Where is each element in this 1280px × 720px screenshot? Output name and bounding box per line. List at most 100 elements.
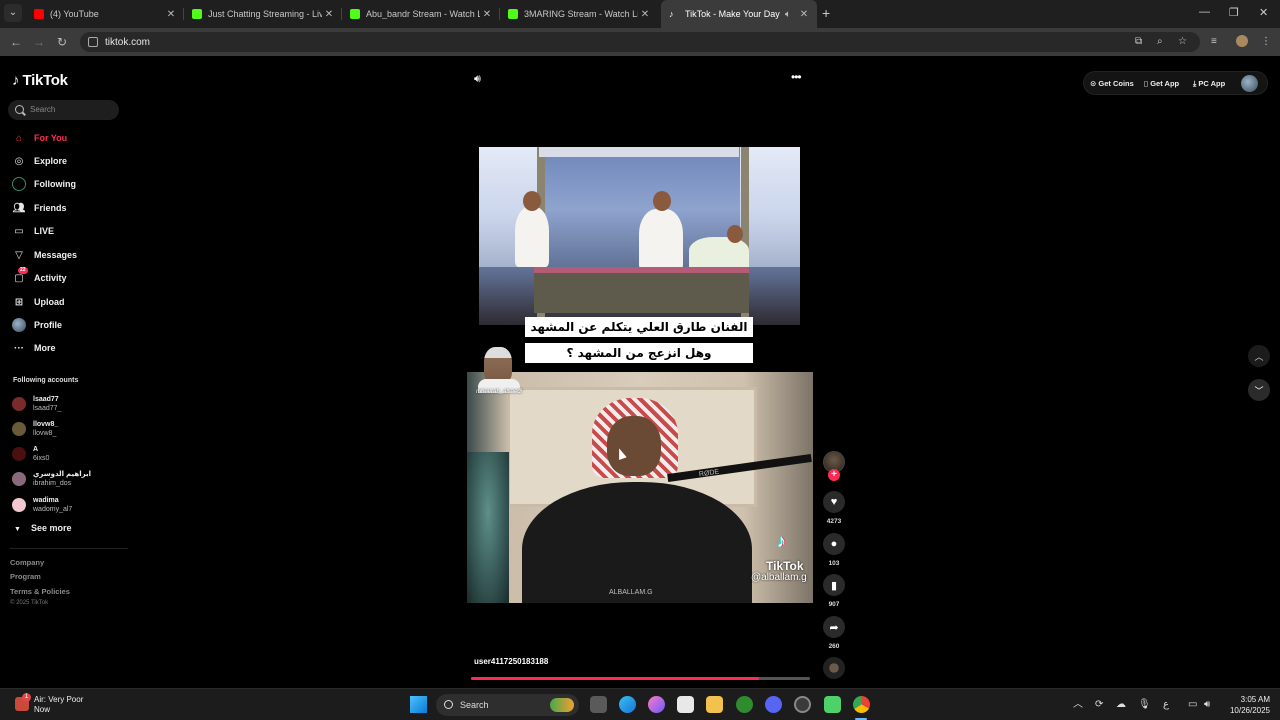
save-button[interactable]: ▮ [823, 574, 845, 596]
sidebar-item-friends[interactable]: 👥︎ Friends [12, 200, 67, 216]
network-icon[interactable]: ▭ [1188, 699, 1197, 711]
close-tab-icon[interactable]: ✕ [164, 9, 178, 20]
edge-icon[interactable] [619, 696, 636, 713]
close-tab-icon[interactable]: ✕ [322, 9, 336, 20]
sidebar-item-upload[interactable]: ⊞ Upload [12, 294, 65, 310]
tab-kick-just-chatting[interactable]: Just Chatting Streaming - Live S ✕ [184, 0, 342, 28]
friends-icon: 👥︎ [12, 202, 26, 214]
video-author-username[interactable]: user4117250183188 [474, 657, 548, 666]
tray-overflow-chevron-icon[interactable]: ︿ [1073, 699, 1083, 711]
weather-widget[interactable]: Air: Very Poor Now [34, 695, 83, 715]
close-tab-icon[interactable]: ✕ [480, 9, 494, 20]
share-button[interactable]: ➦ [823, 616, 845, 638]
following-accounts-title: Following accounts [13, 377, 79, 384]
onedrive-cloud-icon[interactable]: ☁ [1116, 699, 1126, 711]
get-coins-button[interactable]: ⊙ Get Coins [1090, 79, 1134, 88]
close-tab-icon[interactable]: ✕ [638, 9, 652, 20]
xbox-icon[interactable] [736, 696, 753, 713]
sidebar-item-messages[interactable]: ▽ Messages [12, 247, 77, 263]
sidebar-item-more[interactable]: ··· More [12, 340, 56, 356]
address-bar[interactable]: tiktok.com [80, 32, 1200, 52]
install-app-icon[interactable]: ⧉ [1135, 36, 1142, 48]
sync-icon[interactable]: ⟳ [1095, 699, 1103, 711]
avatar [12, 472, 26, 486]
like-count: 4273 [826, 518, 842, 525]
video-frame-top-scene[interactable] [479, 147, 800, 325]
sidebar-item-live[interactable]: ▭ LIVE [12, 223, 54, 239]
widget-fruit-icon[interactable] [550, 698, 574, 712]
system-clock[interactable]: 3:05 AM 10/26/2025 [1222, 694, 1270, 716]
zoom-icon[interactable]: ⌕ [1157, 36, 1163, 48]
sidebar-divider [10, 548, 128, 549]
tab-kick-abu-bandr[interactable]: Abu_bandr Stream - Watch Live ✕ [342, 0, 500, 28]
volume-icon[interactable]: 🔊︎ [474, 73, 481, 86]
next-video-button[interactable]: ﹀ [1248, 379, 1270, 401]
following-account-item[interactable]: wadima wadomy_al7 [12, 496, 72, 514]
pc-app-button[interactable]: ⤓ PC App [1193, 79, 1225, 89]
tab-youtube[interactable]: (4) YouTube ✕ [26, 0, 184, 28]
follow-plus-icon[interactable]: + [828, 469, 840, 481]
back-arrow-icon[interactable]: ← [10, 35, 22, 49]
more-options-icon[interactable]: ••• [791, 70, 802, 84]
compass-icon: ◎ [14, 155, 24, 167]
file-explorer-icon[interactable] [706, 696, 723, 713]
sidebar-item-profile[interactable]: Profile [12, 317, 62, 333]
sidebar-item-for-you[interactable]: ⌂ For You [12, 130, 67, 146]
microsoft-store-icon[interactable] [677, 696, 694, 713]
bookmark-icon: ▮ [830, 579, 838, 592]
following-account-item[interactable]: A 6ixs0 [12, 445, 49, 463]
close-window-icon[interactable]: ✕ [1259, 6, 1268, 19]
footer-link-company[interactable]: Company [10, 558, 44, 567]
video-frame-bottom-scene[interactable]: RØDE [467, 372, 813, 603]
chevron-down-icon: ﹀ [1254, 385, 1264, 396]
microphone-icon[interactable]: 🎙︎ [1138, 699, 1151, 711]
user-avatar[interactable] [1241, 75, 1258, 92]
app-green-icon[interactable] [824, 696, 841, 713]
video-caption-line-2: وهل انزعج من المشهد ؟ [525, 343, 753, 363]
windows-start-icon[interactable] [410, 696, 427, 713]
music-disc-icon[interactable] [823, 657, 845, 679]
previous-video-button[interactable]: ︿ [1248, 345, 1270, 367]
speaker-icon[interactable]: 🔊︎ [1204, 699, 1210, 711]
tab-audio-icon[interactable]: 🔈︎ [781, 9, 795, 20]
copilot-icon[interactable] [648, 696, 665, 713]
sidebar-item-activity[interactable]: ▢ 22 Activity [12, 267, 67, 286]
following-account-item[interactable]: llovw8_ llovw8_ [12, 420, 58, 438]
task-view-icon[interactable] [590, 696, 607, 713]
chevron-down-icon: ▼ [14, 526, 21, 533]
language-icon[interactable]: ع [1163, 699, 1169, 711]
video-progress-bar[interactable] [471, 677, 810, 680]
sidebar-search-input[interactable]: Search [8, 100, 119, 120]
sidebar-item-explore[interactable]: ◎ Explore [12, 153, 67, 169]
new-tab-plus-icon[interactable]: + [822, 6, 830, 20]
browser-profile-avatar[interactable] [1236, 35, 1248, 47]
forward-arrow-icon[interactable]: → [33, 35, 45, 49]
see-more-button[interactable]: ▼ See more [14, 523, 71, 533]
site-info-icon[interactable] [88, 37, 98, 47]
tab-groups-icon[interactable]: ≡ [1211, 36, 1217, 48]
footer-link-program[interactable]: Program [10, 572, 41, 581]
chrome-icon[interactable] [853, 696, 870, 713]
bookmark-star-icon[interactable]: ☆ [1178, 36, 1187, 48]
following-account-item[interactable]: ابراهيم الدوسري ibrahim_dos [12, 470, 91, 488]
tab-tiktok[interactable]: ♪ TikTok - Make Your Day 🔈︎ ✕ [661, 0, 817, 28]
maximize-icon[interactable]: ❐ [1229, 6, 1239, 19]
tab-kick-3maring[interactable]: 3MARING Stream - Watch Live ✕ [500, 0, 658, 28]
reload-icon[interactable]: ↻ [57, 35, 67, 49]
tab-search-icon[interactable]: ⌄ [4, 4, 22, 22]
comment-button[interactable]: ● [823, 533, 845, 555]
like-button[interactable]: ♥ [823, 491, 845, 513]
footer-link-terms[interactable]: Terms & Policies [10, 587, 70, 596]
following-account-item[interactable]: lsaad77 lsaad77_ [12, 395, 61, 413]
steam-icon[interactable] [794, 696, 811, 713]
minimize-icon[interactable]: — [1199, 6, 1210, 18]
tab-bar: ⌄ (4) YouTube ✕ Just Chatting Streaming … [0, 0, 1280, 28]
video-progress-fill [471, 677, 760, 680]
close-tab-icon[interactable]: ✕ [797, 9, 811, 20]
discord-icon[interactable] [765, 696, 782, 713]
tiktok-logo[interactable]: ♪ TikTok [12, 72, 68, 89]
sidebar-item-following[interactable]: Following [12, 176, 76, 192]
browser-menu-icon[interactable]: ⋮ [1261, 36, 1271, 48]
get-app-button[interactable]: ▯ Get App [1144, 79, 1179, 88]
url-text[interactable]: tiktok.com [105, 37, 150, 48]
